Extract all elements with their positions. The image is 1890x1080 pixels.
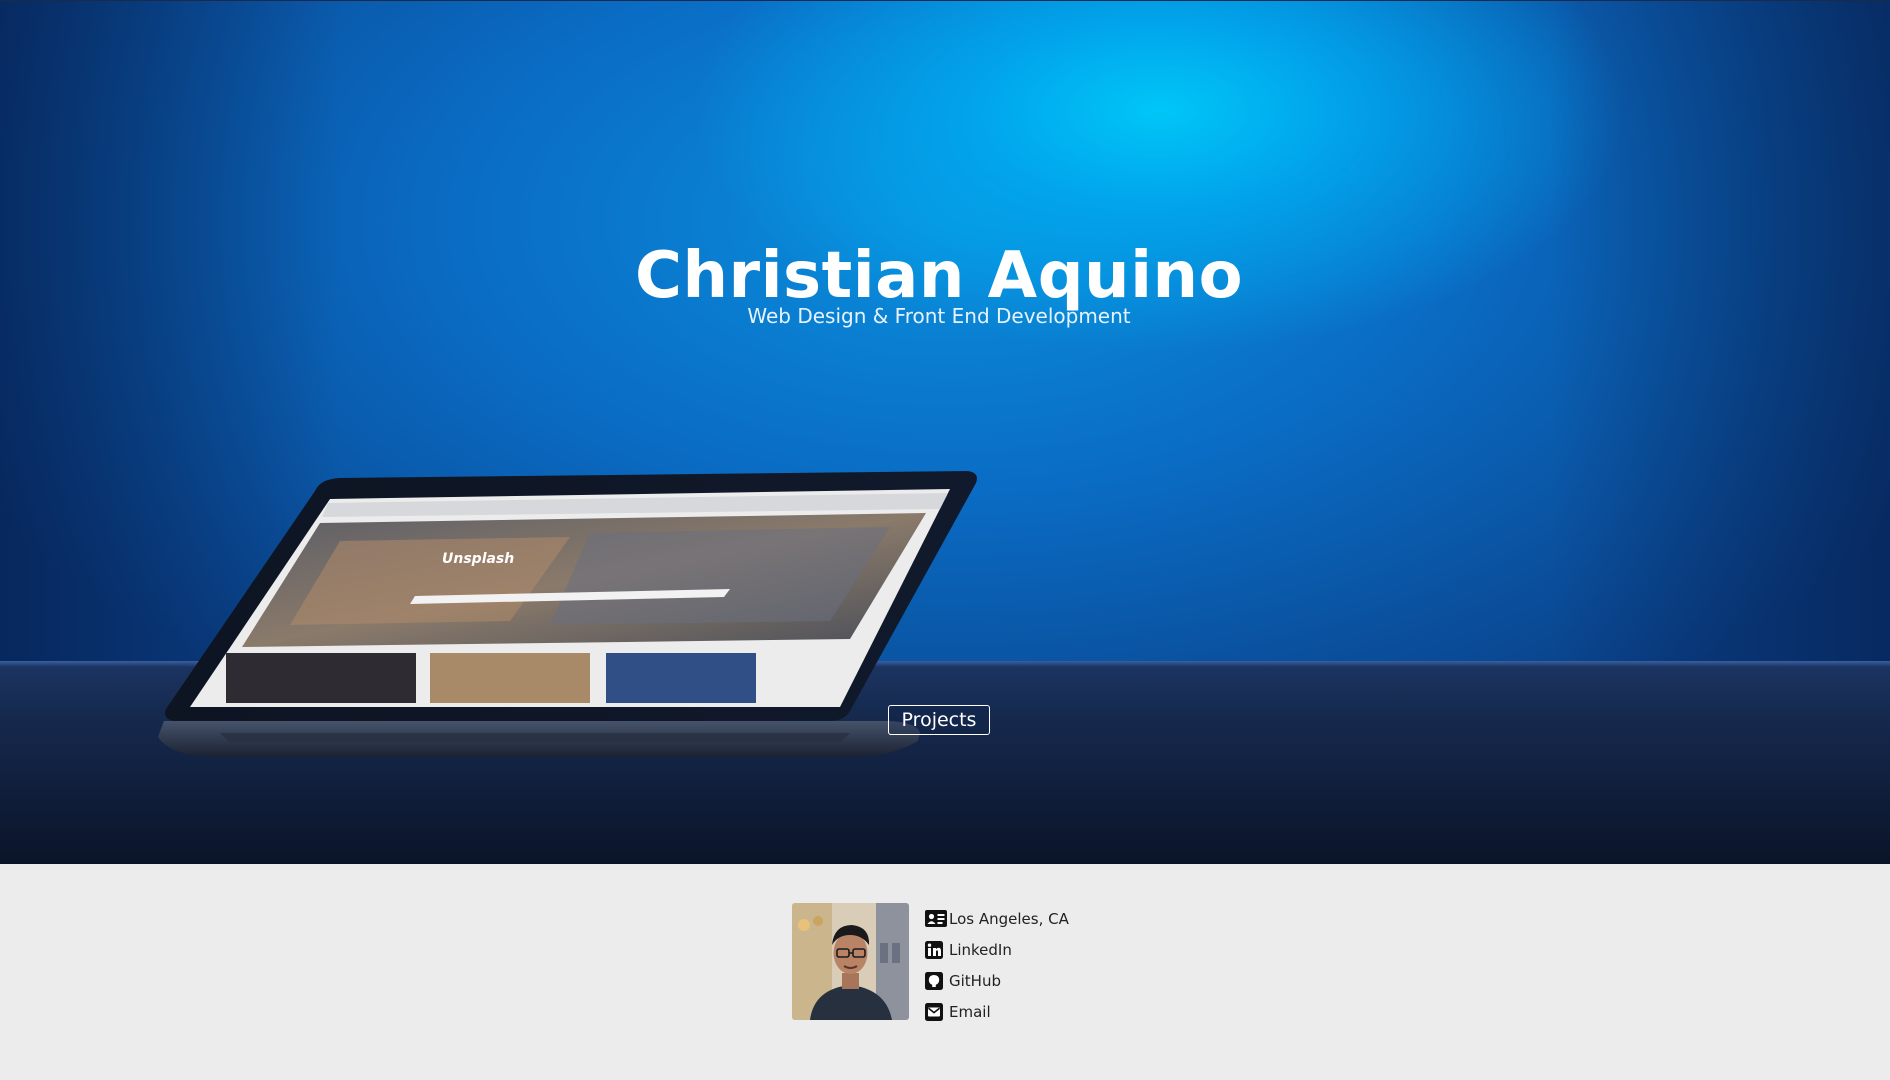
- linkedin-link[interactable]: LinkedIn: [949, 941, 1012, 959]
- contact-item-email[interactable]: Email: [925, 996, 1225, 1027]
- contact-item-github[interactable]: GitHub: [925, 965, 1225, 996]
- contact-item-linkedin[interactable]: LinkedIn: [925, 934, 1225, 965]
- github-icon: [925, 971, 947, 991]
- contact-item-location: Los Angeles, CA: [925, 903, 1225, 934]
- laptop-image: Unsplash: [158, 471, 978, 757]
- screen-brand-text: Unsplash: [442, 551, 514, 567]
- page-subtitle: Web Design & Front End Development: [747, 304, 1131, 328]
- linkedin-icon: [925, 940, 947, 960]
- email-link[interactable]: Email: [949, 1003, 991, 1021]
- location-text: Los Angeles, CA: [949, 909, 1069, 928]
- avatar: [792, 903, 909, 1020]
- address-card-icon: [925, 909, 947, 929]
- github-link[interactable]: GitHub: [949, 972, 1001, 990]
- contact-list: Los Angeles, CA LinkedIn GitHub Email: [925, 903, 1225, 1027]
- envelope-icon: [925, 1002, 947, 1022]
- hero-banner: Unsplash Christian Aquino Web Design & F…: [0, 0, 1890, 864]
- projects-button[interactable]: Projects: [888, 705, 990, 735]
